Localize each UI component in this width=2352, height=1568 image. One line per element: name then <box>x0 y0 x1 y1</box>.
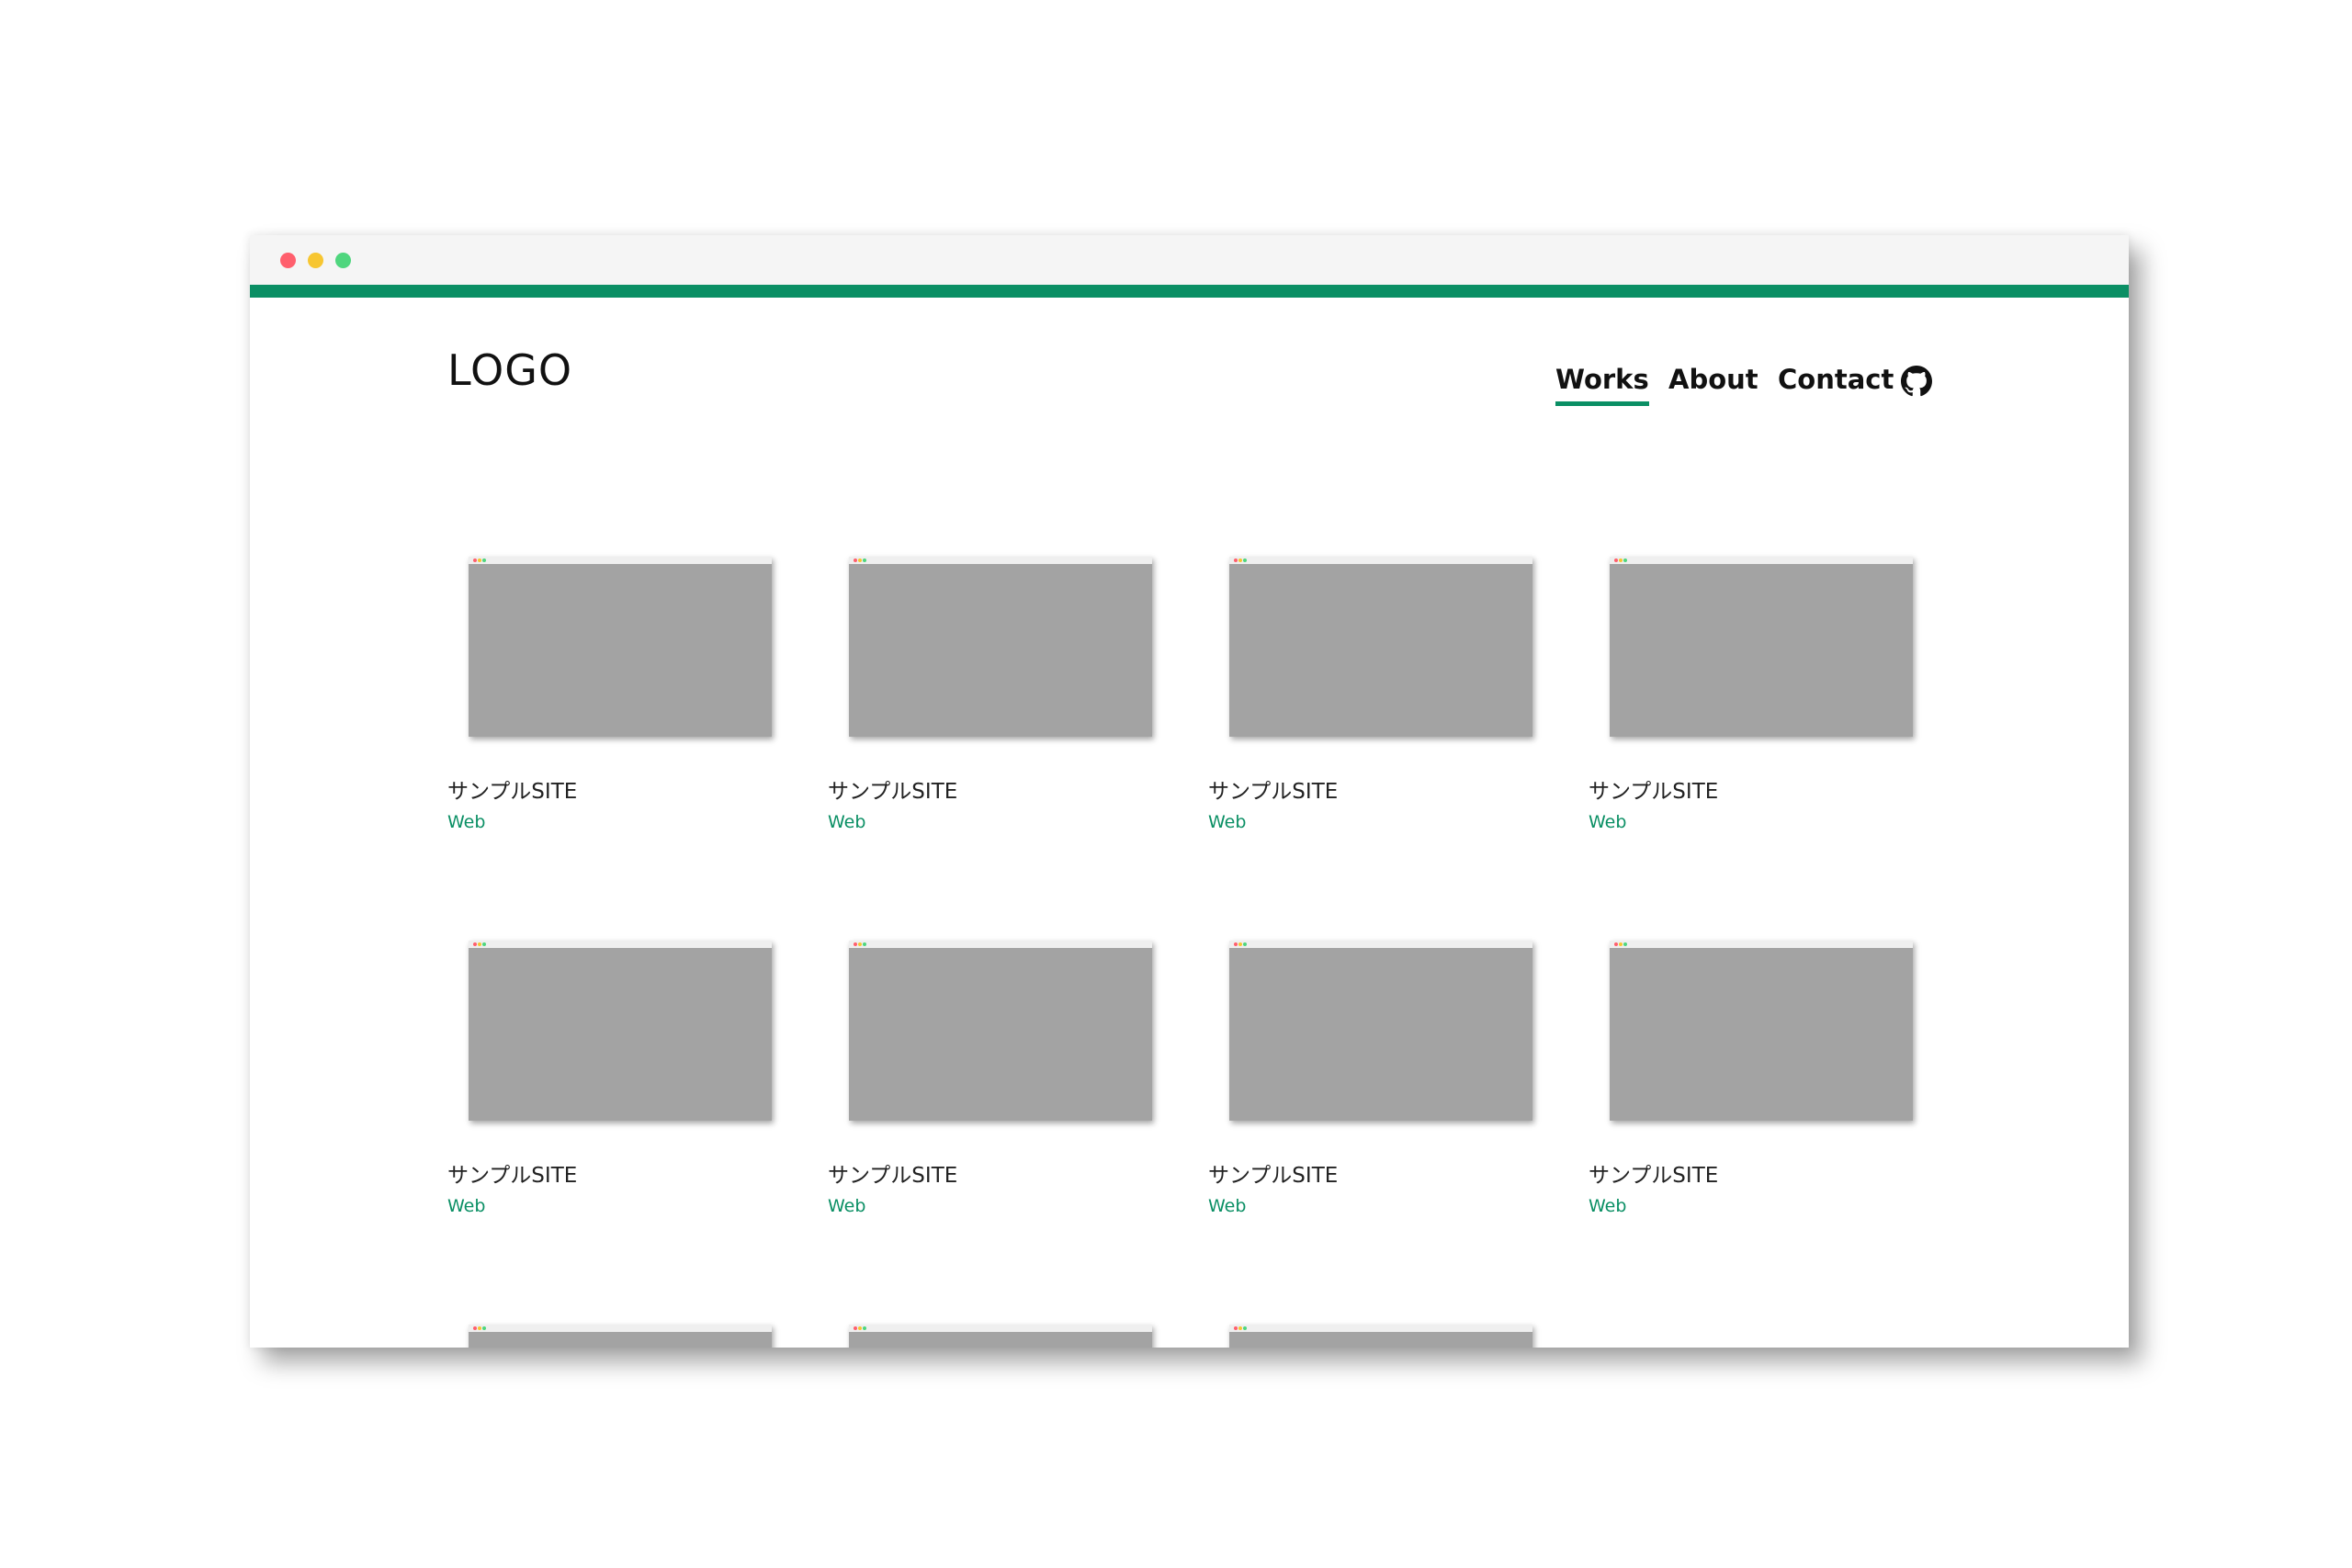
thumbnail-window-bar <box>849 941 1152 948</box>
thumbnail-window-bar <box>469 557 772 564</box>
work-thumbnail[interactable] <box>1229 1325 1532 1348</box>
work-title[interactable]: サンプルSITE <box>828 782 957 803</box>
work-thumbnail[interactable] <box>849 941 1152 1121</box>
thumbnail-window-dot <box>863 942 866 946</box>
work-card[interactable]: サンプルSITE Web <box>828 941 1177 1235</box>
thumbnail-window-dot <box>1619 942 1623 946</box>
work-category: Web <box>447 1196 486 1216</box>
thumbnail-window-dot <box>1234 1326 1238 1330</box>
work-card[interactable]: サンプルSITE Web <box>1589 941 1938 1235</box>
thumbnail-window-dot <box>1243 558 1247 562</box>
nav-link-contact[interactable]: Contact <box>1778 367 1894 393</box>
window-titlebar <box>250 235 2129 285</box>
minimize-window-dot[interactable] <box>308 253 323 268</box>
thumbnail-window-bar <box>469 1325 772 1332</box>
thumbnail-window-bar <box>1610 557 1913 564</box>
thumbnail-window-bar <box>1610 941 1913 948</box>
thumbnail-window-dot <box>1234 942 1238 946</box>
close-window-dot[interactable] <box>280 253 296 268</box>
nav-link-works[interactable]: Works <box>1555 367 1649 406</box>
thumbnail-window-dot <box>478 942 481 946</box>
work-card[interactable]: サンプルSITE Web <box>447 941 797 1235</box>
work-thumbnail[interactable] <box>1229 557 1532 737</box>
thumbnail-window-dot <box>1623 942 1627 946</box>
thumbnail-window-bar <box>1229 941 1532 948</box>
thumbnail-window-dot <box>473 1326 477 1330</box>
work-card[interactable] <box>1208 1325 1557 1348</box>
work-title[interactable]: サンプルSITE <box>447 1166 577 1187</box>
work-category: Web <box>1208 1196 1247 1216</box>
work-thumbnail[interactable] <box>1229 941 1532 1121</box>
thumbnail-window-dot <box>863 1326 866 1330</box>
thumbnail-window-dot <box>854 1326 857 1330</box>
thumbnail-window-dot <box>1614 558 1618 562</box>
thumbnail-window-dot <box>858 942 862 946</box>
work-card[interactable]: サンプルSITE Web <box>1589 557 1938 851</box>
thumbnail-window-dot <box>473 558 477 562</box>
thumbnail-window-dot <box>1238 1326 1242 1330</box>
thumbnail-window-bar <box>849 557 1152 564</box>
thumbnail-window-dot <box>1238 942 1242 946</box>
work-card[interactable]: サンプルSITE Web <box>1208 941 1557 1235</box>
thumbnail-window-dot <box>482 558 486 562</box>
work-title[interactable]: サンプルSITE <box>1208 1166 1338 1187</box>
work-card[interactable] <box>447 1325 797 1348</box>
accent-bar <box>250 285 2129 298</box>
thumbnail-window-dot <box>854 942 857 946</box>
work-card[interactable]: サンプルSITE Web <box>447 557 797 851</box>
thumbnail-window-bar <box>469 941 772 948</box>
thumbnail-window-dot <box>1234 558 1238 562</box>
work-title[interactable]: サンプルSITE <box>1208 782 1338 803</box>
work-thumbnail[interactable] <box>1610 557 1913 737</box>
maximize-window-dot[interactable] <box>335 253 351 268</box>
work-card[interactable]: サンプルSITE Web <box>1208 557 1557 851</box>
work-thumbnail[interactable] <box>849 557 1152 737</box>
browser-window: LOGO Works About Contact サンプルSITE Web サンプル… <box>250 235 2129 1348</box>
work-category: Web <box>828 812 866 832</box>
thumbnail-window-dot <box>478 558 481 562</box>
thumbnail-window-dot <box>1243 942 1247 946</box>
main-nav: Works About Contact <box>250 367 2129 406</box>
thumbnail-window-dot <box>1623 558 1627 562</box>
work-thumbnail[interactable] <box>469 941 772 1121</box>
thumbnail-window-bar <box>1229 1325 1532 1332</box>
work-title[interactable]: サンプルSITE <box>1589 782 1718 803</box>
thumbnail-window-bar <box>1229 557 1532 564</box>
work-thumbnail[interactable] <box>849 1325 1152 1348</box>
thumbnail-window-dot <box>482 1326 486 1330</box>
thumbnail-window-dot <box>1238 558 1242 562</box>
thumbnail-window-dot <box>863 558 866 562</box>
work-category: Web <box>447 812 486 832</box>
thumbnail-window-dot <box>478 1326 481 1330</box>
work-thumbnail[interactable] <box>469 557 772 737</box>
work-card[interactable]: サンプルSITE Web <box>828 557 1177 851</box>
thumbnail-window-dot <box>1614 942 1618 946</box>
thumbnail-window-bar <box>849 1325 1152 1332</box>
work-title[interactable]: サンプルSITE <box>447 782 577 803</box>
work-category: Web <box>1589 812 1627 832</box>
work-title[interactable]: サンプルSITE <box>1589 1166 1718 1187</box>
work-category: Web <box>1208 812 1247 832</box>
github-icon[interactable] <box>1901 366 1932 397</box>
work-thumbnail[interactable] <box>469 1325 772 1348</box>
work-category: Web <box>1589 1196 1627 1216</box>
work-thumbnail[interactable] <box>1610 941 1913 1121</box>
thumbnail-window-dot <box>482 942 486 946</box>
thumbnail-window-dot <box>1243 1326 1247 1330</box>
thumbnail-window-dot <box>858 558 862 562</box>
thumbnail-window-dot <box>858 1326 862 1330</box>
thumbnail-window-dot <box>1619 558 1623 562</box>
nav-link-about[interactable]: About <box>1668 367 1758 393</box>
thumbnail-window-dot <box>854 558 857 562</box>
work-card[interactable] <box>828 1325 1177 1348</box>
work-category: Web <box>828 1196 866 1216</box>
thumbnail-window-dot <box>473 942 477 946</box>
work-title[interactable]: サンプルSITE <box>828 1166 957 1187</box>
